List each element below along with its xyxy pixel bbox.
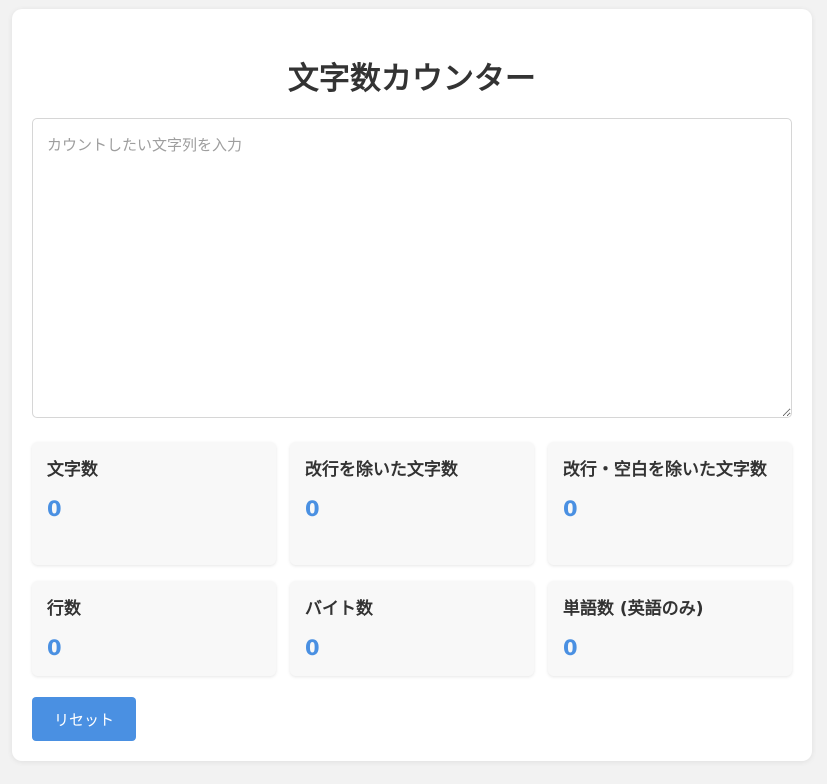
stat-label: 行数 [47, 599, 81, 619]
stat-card-no-newline-count: 改行を除いた文字数 0 [290, 442, 534, 565]
stat-label: 単語数 (英語のみ) [563, 599, 704, 619]
text-input[interactable] [32, 118, 792, 418]
stat-card-no-whitespace-count: 改行・空白を除いた文字数 0 [548, 442, 792, 565]
stat-value: 0 [305, 636, 320, 660]
stat-value: 0 [563, 497, 578, 521]
stat-value: 0 [47, 497, 62, 521]
stat-label: 改行を除いた文字数 [305, 460, 458, 480]
stat-card-word-count: 単語数 (英語のみ) 0 [548, 581, 792, 676]
reset-button[interactable]: リセット [32, 697, 136, 741]
stat-label: 改行・空白を除いた文字数 [563, 460, 767, 480]
main-card: 文字数カウンター 文字数 0 改行を除いた文字数 0 改行・空白を除いた文字数 … [12, 9, 812, 761]
stat-card-char-count: 文字数 0 [32, 442, 276, 565]
page-title: 文字数カウンター [288, 61, 536, 97]
stat-value: 0 [305, 497, 320, 521]
stat-value: 0 [47, 636, 62, 660]
stat-value: 0 [563, 636, 578, 660]
stat-card-byte-count: バイト数 0 [290, 581, 534, 676]
stat-label: 文字数 [47, 460, 98, 480]
stat-label: バイト数 [305, 599, 373, 619]
stat-card-line-count: 行数 0 [32, 581, 276, 676]
